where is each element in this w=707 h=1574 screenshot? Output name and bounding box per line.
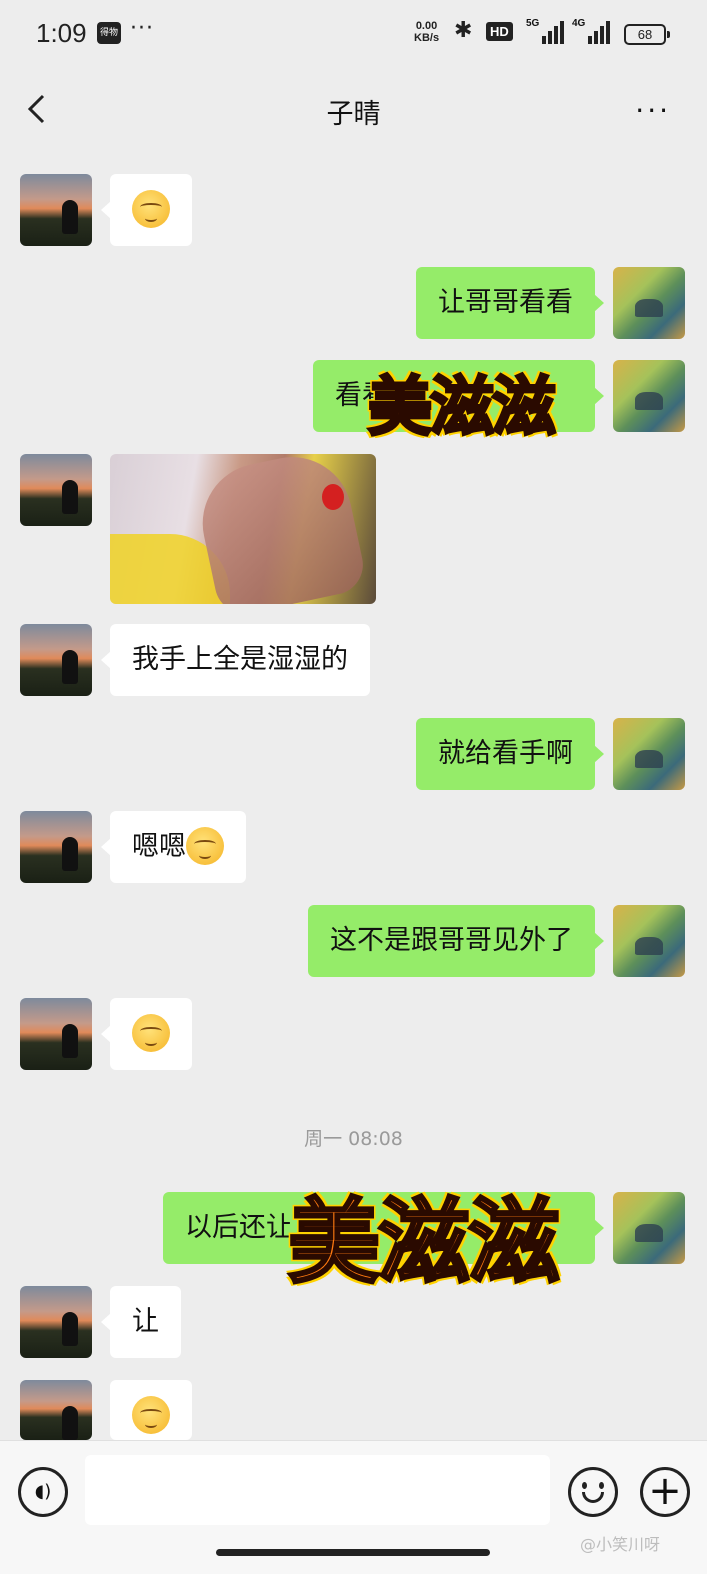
self-avatar[interactable] <box>613 267 685 339</box>
network-speed: 0.00 KB/s <box>414 20 439 44</box>
self-avatar[interactable] <box>613 905 685 977</box>
chat-header: 子晴 ··· <box>0 68 707 154</box>
message-bubble[interactable]: 让哥哥看看 <box>416 267 604 339</box>
signal-5g-icon: 5G <box>526 18 566 44</box>
signal-4g-icon: 4G <box>572 18 616 44</box>
status-time: 1:09 <box>36 18 87 48</box>
message-bubble-emoji[interactable] <box>101 998 192 1070</box>
contact-avatar[interactable] <box>20 454 92 526</box>
message-bubble[interactable]: 我手上全是湿湿的 <box>101 624 370 696</box>
notification-dots: ··· <box>130 16 154 41</box>
signal-4g-label: 4G <box>572 18 586 29</box>
status-bar: 1:09 得物 ··· 0.00 KB/s ✱ HD 5G 4G 68 <box>0 0 707 68</box>
self-avatar[interactable] <box>613 1192 685 1264</box>
bluetooth-icon: ✱ <box>454 18 473 43</box>
home-indicator[interactable] <box>216 1549 490 1556</box>
chat-timestamp: 周一 08:08 <box>304 1128 403 1150</box>
input-bar: ◖) + @小笑川呀 <box>0 1440 707 1574</box>
shy-emoji-icon <box>132 1395 170 1434</box>
contact-avatar[interactable] <box>20 1286 92 1358</box>
wink-tongue-emoji-icon <box>186 826 224 865</box>
sticker-overlay: 美滋滋 <box>367 369 558 447</box>
voice-input-icon[interactable]: ◖) <box>18 1467 68 1517</box>
contact-avatar[interactable] <box>20 811 92 883</box>
self-avatar[interactable] <box>613 718 685 790</box>
contact-avatar[interactable] <box>20 1380 92 1440</box>
message-bubble-emoji[interactable] <box>101 174 192 246</box>
contact-avatar[interactable] <box>20 624 92 696</box>
message-bubble-emoji[interactable] <box>110 1380 192 1440</box>
network-speed-unit: KB/s <box>414 32 440 44</box>
network-speed-value: 0.00 <box>415 20 438 32</box>
self-avatar[interactable] <box>613 360 685 432</box>
contact-avatar[interactable] <box>20 998 92 1070</box>
message-input[interactable] <box>85 1455 550 1525</box>
plus-icon[interactable]: + <box>640 1467 690 1517</box>
hd-badge: HD <box>486 22 513 41</box>
signal-5g-label: 5G <box>526 18 540 29</box>
smirk-emoji-icon <box>132 1013 170 1052</box>
message-bubble[interactable]: 让 <box>101 1286 181 1358</box>
chat-title: 子晴 <box>326 99 381 130</box>
emoji-picker-icon[interactable] <box>568 1467 618 1517</box>
message-text: 嗯嗯 <box>132 831 186 862</box>
message-bubble[interactable]: 这不是跟哥哥见外了 <box>308 905 604 977</box>
watermark: @小笑川呀 <box>580 1535 661 1554</box>
message-bubble[interactable]: 就给看手啊 <box>416 718 604 790</box>
app-badge-icon: 得物 <box>97 22 121 44</box>
photo-message[interactable] <box>110 454 376 604</box>
more-options-icon[interactable]: ··· <box>635 94 671 127</box>
message-bubble[interactable]: 嗯嗯 <box>101 811 246 883</box>
battery-icon: 68 <box>624 24 670 45</box>
sticker-overlay: 美滋滋 <box>286 1187 561 1298</box>
contact-avatar[interactable] <box>20 174 92 246</box>
shy-emoji-icon <box>132 189 170 228</box>
